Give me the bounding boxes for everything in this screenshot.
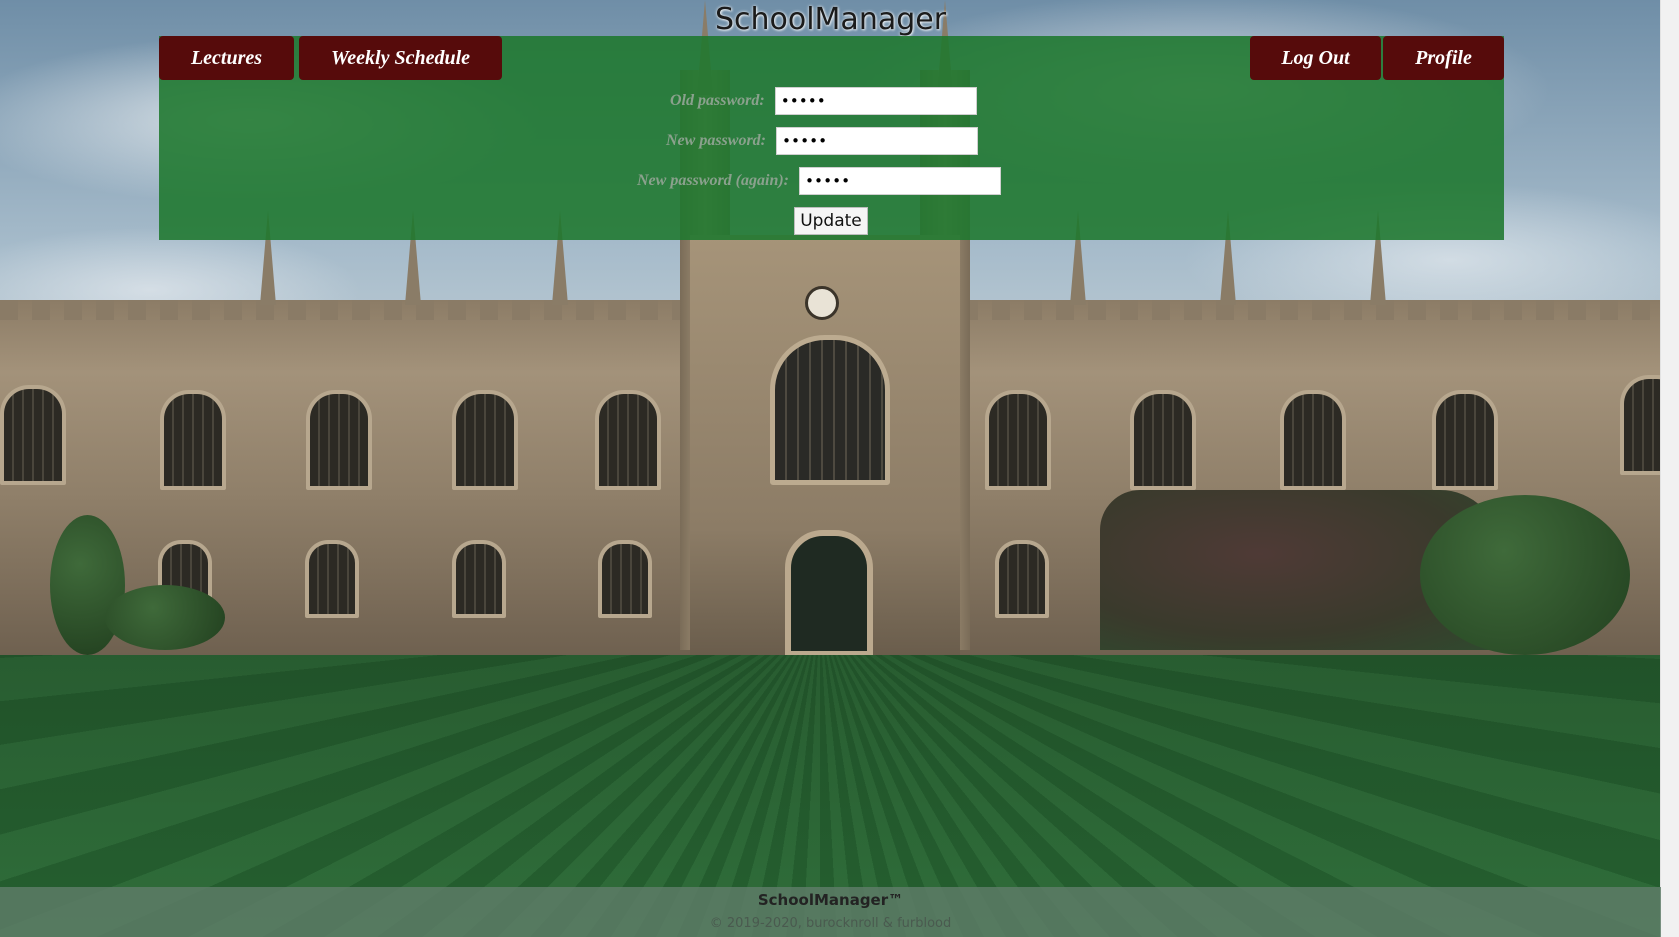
old-password-label: Old password: — [670, 92, 765, 109]
window — [1130, 390, 1196, 490]
window — [595, 390, 661, 490]
nav-weekly-schedule-button[interactable]: Weekly Schedule — [299, 36, 502, 80]
window — [1432, 390, 1498, 490]
new-password-field[interactable] — [776, 127, 979, 155]
window — [1280, 390, 1346, 490]
new-password-again-field[interactable] — [799, 167, 1002, 195]
window — [452, 540, 506, 618]
shrub — [105, 585, 225, 650]
window — [995, 540, 1049, 618]
site-title: SchoolManager — [714, 2, 947, 37]
window — [985, 390, 1051, 490]
footer-brand: SchoolManager™ — [757, 891, 904, 909]
clock — [805, 286, 839, 320]
footer: SchoolManager™ © 2019-2020, burocknroll … — [0, 887, 1661, 937]
window — [306, 390, 372, 490]
old-password-field[interactable] — [774, 87, 977, 115]
new-password-row: New password: — [666, 126, 979, 156]
new-password-again-label: New password (again): — [637, 172, 790, 189]
window — [598, 540, 652, 618]
footer-copyright: © 2019-2020, burocknroll & furblood — [709, 916, 952, 931]
nav-lectures-button[interactable]: Lectures — [159, 36, 294, 80]
vertical-scrollbar[interactable] — [1660, 0, 1679, 937]
nav-profile-button[interactable]: Profile — [1383, 36, 1504, 80]
new-password-label: New password: — [666, 132, 767, 149]
main-door — [785, 530, 873, 657]
window — [0, 385, 66, 485]
new-password-again-row: New password (again): — [637, 166, 1002, 196]
window — [1620, 375, 1661, 475]
window — [452, 390, 518, 490]
great-window — [770, 335, 890, 485]
update-button[interactable]: Update — [794, 207, 868, 235]
nav-log-out-button[interactable]: Log Out — [1250, 36, 1381, 80]
tree — [1420, 495, 1630, 655]
window — [160, 390, 226, 490]
window — [305, 540, 359, 618]
old-password-row: Old password: — [670, 86, 977, 116]
